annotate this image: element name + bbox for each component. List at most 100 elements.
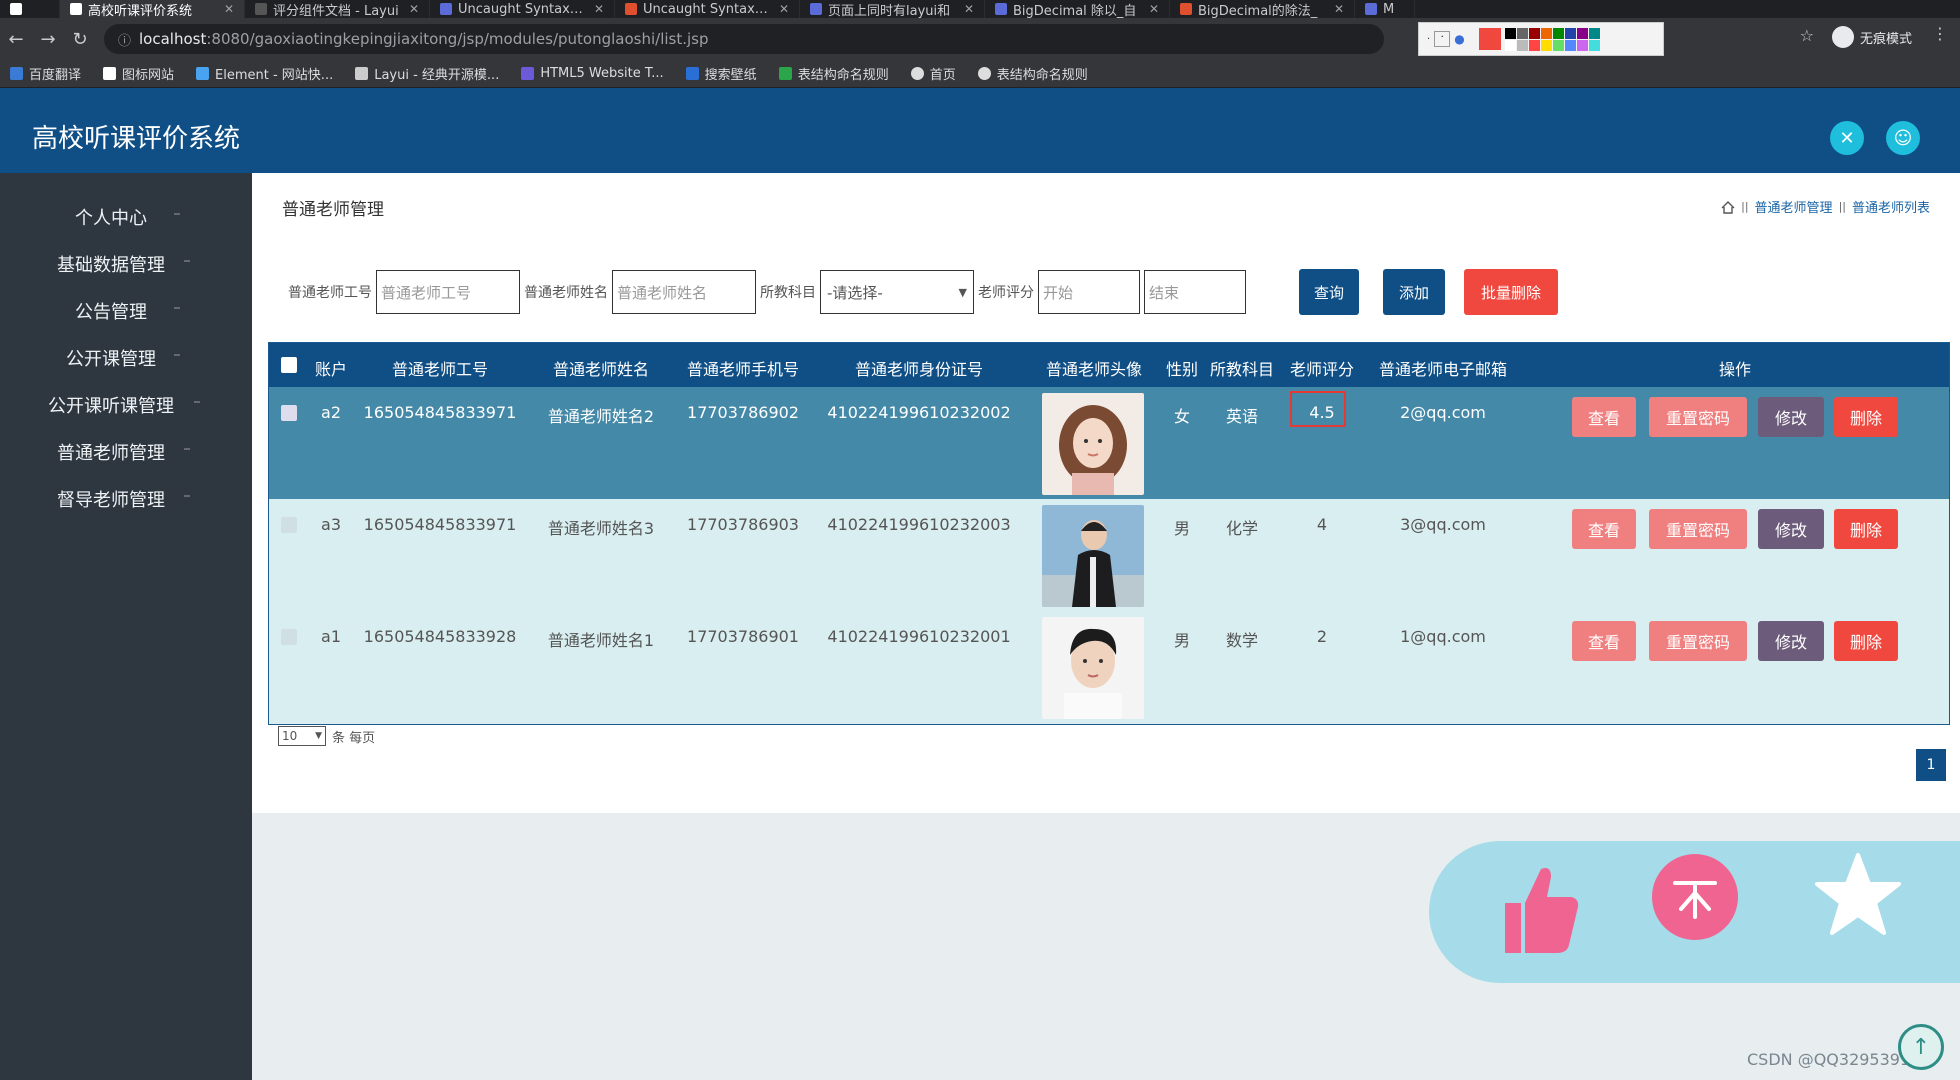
bookmark-item[interactable]: Element - 网站快... bbox=[196, 64, 333, 83]
browser-tab[interactable]: Uncaught SyntaxErr ✕ bbox=[615, 0, 800, 18]
address-bar: ← → ↻ ⓘ localhost:8080/gaoxiaotingkeping… bbox=[0, 18, 1960, 60]
browser-tab[interactable]: 页面上同时有layui和 ✕ bbox=[800, 0, 985, 18]
dot-medium-icon[interactable]: · bbox=[1434, 31, 1451, 47]
bookmark-item[interactable]: 图标网站 bbox=[103, 64, 174, 83]
close-tab-icon[interactable]: ✕ bbox=[594, 2, 604, 16]
bookmark-star-icon[interactable]: ☆ bbox=[1800, 26, 1814, 45]
bookmark-item[interactable]: 表结构命名规则 bbox=[977, 64, 1088, 83]
dot-large-icon[interactable]: ● bbox=[1454, 32, 1464, 46]
close-tab-icon[interactable]: ✕ bbox=[409, 2, 419, 16]
close-tab-icon[interactable]: ✕ bbox=[1334, 2, 1344, 16]
teacher-id-input[interactable]: 普通老师工号 bbox=[376, 270, 520, 314]
dislike-icon[interactable] bbox=[1652, 854, 1738, 940]
bookmark-item[interactable]: 首页 bbox=[910, 64, 956, 83]
close-tab-icon[interactable]: ✕ bbox=[779, 2, 789, 16]
sidebar-item-personal-center[interactable]: 个人中心 bbox=[0, 193, 252, 240]
rating-end-input[interactable]: 结束 bbox=[1144, 270, 1246, 314]
view-button[interactable]: 查看 bbox=[1572, 621, 1636, 661]
sidebar-item-regular-teachers[interactable]: 普通老师管理 bbox=[0, 428, 252, 475]
dot-small-icon[interactable]: · bbox=[1427, 34, 1430, 45]
home-icon[interactable] bbox=[1721, 200, 1735, 214]
sidebar-item-announcements[interactable]: 公告管理 bbox=[0, 287, 252, 334]
avatar bbox=[1042, 393, 1144, 495]
thumbs-up-icon[interactable] bbox=[1495, 863, 1581, 953]
reset-password-button[interactable]: 重置密码 bbox=[1649, 509, 1747, 549]
table-row[interactable]: a1 165054845833928 普通老师姓名1 17703786901 4… bbox=[269, 611, 1949, 724]
reset-password-button[interactable]: 重置密码 bbox=[1649, 397, 1747, 437]
edit-button[interactable]: 修改 bbox=[1758, 509, 1824, 549]
floating-action-panel bbox=[1429, 841, 1960, 983]
teacher-name-input[interactable]: 普通老师姓名 bbox=[612, 270, 756, 314]
back-icon[interactable]: ← bbox=[0, 29, 32, 50]
breadcrumb: || 普通老师管理 || 普通老师列表 bbox=[1721, 197, 1930, 216]
browser-tab[interactable]: Uncaught SyntaxErr ✕ bbox=[430, 0, 615, 18]
select-all-checkbox[interactable] bbox=[281, 357, 297, 373]
browser-tab[interactable]: BigDecimal 除以_自 ✕ bbox=[985, 0, 1170, 18]
app-title: 高校听课评价系统 bbox=[32, 124, 241, 154]
batch-delete-button[interactable]: 批量删除 bbox=[1464, 269, 1558, 315]
bookmark-item[interactable]: HTML5 Website T... bbox=[521, 66, 664, 81]
sidebar-item-open-class[interactable]: 公开课管理 bbox=[0, 334, 252, 381]
add-button[interactable]: 添加 bbox=[1383, 269, 1445, 315]
reload-icon[interactable]: ↻ bbox=[64, 29, 96, 50]
reset-password-button[interactable]: 重置密码 bbox=[1649, 621, 1747, 661]
browser-tab-bar: 高校听课评价系统 ✕ 评分组件文档 - Layui ✕ Uncaught Synta… bbox=[0, 0, 1960, 18]
browser-tab[interactable]: 评分组件文档 - Layui ✕ bbox=[245, 0, 430, 18]
bookmark-item[interactable]: Layui - 经典开源模... bbox=[355, 64, 499, 83]
view-button[interactable]: 查看 bbox=[1572, 509, 1636, 549]
sidebar-item-open-class-audit[interactable]: 公开课听课管理 bbox=[0, 381, 252, 428]
color-grid[interactable] bbox=[1504, 27, 1600, 51]
table-row[interactable]: a2 165054845833971 普通老师姓名2 17703786902 4… bbox=[269, 387, 1949, 499]
fullscreen-icon[interactable]: ✕ bbox=[1830, 121, 1864, 155]
close-tab-icon[interactable]: ✕ bbox=[1149, 2, 1159, 16]
star-icon[interactable] bbox=[1813, 851, 1903, 941]
query-button[interactable]: 查询 bbox=[1299, 269, 1359, 315]
delete-button[interactable]: 删除 bbox=[1834, 397, 1898, 437]
edit-button[interactable]: 修改 bbox=[1758, 397, 1824, 437]
breadcrumb-item[interactable]: 普通老师管理 bbox=[1755, 197, 1833, 216]
subject-select[interactable]: -请选择- ▼ bbox=[820, 270, 974, 314]
forward-icon[interactable]: → bbox=[32, 29, 64, 50]
menu-kebab-icon[interactable]: ⋮ bbox=[1932, 24, 1948, 43]
browser-tab[interactable]: BigDecimal的除法_ ✕ bbox=[1170, 0, 1355, 18]
color-current-swatch[interactable] bbox=[1478, 28, 1501, 50]
rating-start-input[interactable]: 开始 bbox=[1038, 270, 1140, 314]
table-row[interactable]: a3 165054845833971 普通老师姓名3 17703786903 4… bbox=[269, 499, 1949, 611]
chrome-icon bbox=[10, 3, 22, 15]
chevron-icon bbox=[194, 401, 200, 403]
row-checkbox[interactable] bbox=[281, 629, 297, 645]
avatar bbox=[1042, 617, 1144, 719]
bookmark-item[interactable]: 百度翻译 bbox=[10, 64, 81, 83]
page-icon bbox=[995, 3, 1007, 15]
browser-tab-active[interactable]: 高校听课评价系统 ✕ bbox=[60, 0, 245, 18]
view-button[interactable]: 查看 bbox=[1572, 397, 1636, 437]
csdn-icon bbox=[1180, 3, 1192, 15]
sidebar: 个人中心 基础数据管理 公告管理 公开课管理 公开课听课管理 普通老师管理 督导… bbox=[0, 173, 252, 1080]
bookmark-item[interactable]: 表结构命名规则 bbox=[778, 64, 889, 83]
page-icon bbox=[810, 3, 822, 15]
incognito-indicator[interactable]: 无痕模式 bbox=[1831, 26, 1912, 48]
browser-tab[interactable] bbox=[0, 0, 60, 18]
row-checkbox[interactable] bbox=[281, 405, 297, 421]
delete-button[interactable]: 删除 bbox=[1834, 621, 1898, 661]
bookmark-item[interactable]: 搜索壁纸 bbox=[685, 64, 757, 83]
scroll-top-icon[interactable]: ↑ bbox=[1898, 1024, 1944, 1070]
table-header: 账户 普通老师工号 普通老师姓名 普通老师手机号 普通老师身份证号 普通老师头像… bbox=[269, 343, 1949, 387]
annotation-palette[interactable]: · · ● bbox=[1418, 22, 1664, 56]
user-icon[interactable]: ☺ bbox=[1886, 121, 1920, 155]
delete-button[interactable]: 删除 bbox=[1834, 509, 1898, 549]
breadcrumb-item: 普通老师列表 bbox=[1851, 201, 1930, 216]
browser-tab[interactable]: M bbox=[1355, 0, 1415, 18]
page-size-control: 10 ▼ 条 每页 bbox=[278, 726, 375, 746]
chevron-icon bbox=[184, 495, 190, 497]
url-field[interactable]: ⓘ localhost:8080/gaoxiaotingkepingjiaxit… bbox=[104, 24, 1384, 54]
close-tab-icon[interactable]: ✕ bbox=[224, 2, 234, 16]
sidebar-item-supervisor-teachers[interactable]: 督导老师管理 bbox=[0, 475, 252, 522]
edit-button[interactable]: 修改 bbox=[1758, 621, 1824, 661]
page-number-button[interactable]: 1 bbox=[1916, 749, 1946, 781]
close-tab-icon[interactable]: ✕ bbox=[964, 2, 974, 16]
page-size-select[interactable]: 10 ▼ bbox=[278, 726, 326, 746]
sidebar-item-basic-data[interactable]: 基础数据管理 bbox=[0, 240, 252, 287]
row-checkbox[interactable] bbox=[281, 517, 297, 533]
info-icon: ⓘ bbox=[118, 33, 132, 49]
